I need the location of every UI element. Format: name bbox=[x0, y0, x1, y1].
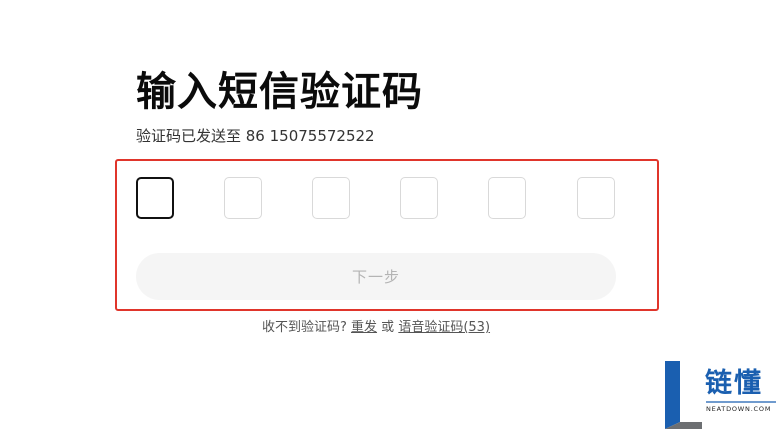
code-digit-input-2[interactable] bbox=[224, 177, 262, 219]
code-digit-input-6[interactable] bbox=[577, 177, 615, 219]
page-title: 输入短信验证码 bbox=[136, 69, 423, 115]
code-digit-input-5[interactable] bbox=[488, 177, 526, 219]
next-button[interactable]: 下一步 bbox=[136, 253, 616, 300]
voice-code-link[interactable]: 语音验证码(53) bbox=[398, 320, 490, 335]
phone-number-notice: 验证码已发送至 86 15075572522 bbox=[136, 127, 375, 145]
or-text: 或 bbox=[381, 320, 395, 335]
code-digit-input-1[interactable] bbox=[136, 177, 174, 219]
watermark-name: 链懂 bbox=[705, 368, 763, 399]
resend-link[interactable]: 重发 bbox=[351, 320, 377, 335]
watermark-domain: NEATDOWN.COM bbox=[706, 405, 772, 413]
resend-line: 收不到验证码? 重发 或 语音验证码(53) bbox=[0, 319, 752, 337]
logo-l-vertical bbox=[665, 361, 680, 429]
code-digit-input-4[interactable] bbox=[400, 177, 438, 219]
resend-prompt: 收不到验证码? bbox=[261, 320, 347, 335]
code-digit-input-3[interactable] bbox=[312, 177, 350, 219]
